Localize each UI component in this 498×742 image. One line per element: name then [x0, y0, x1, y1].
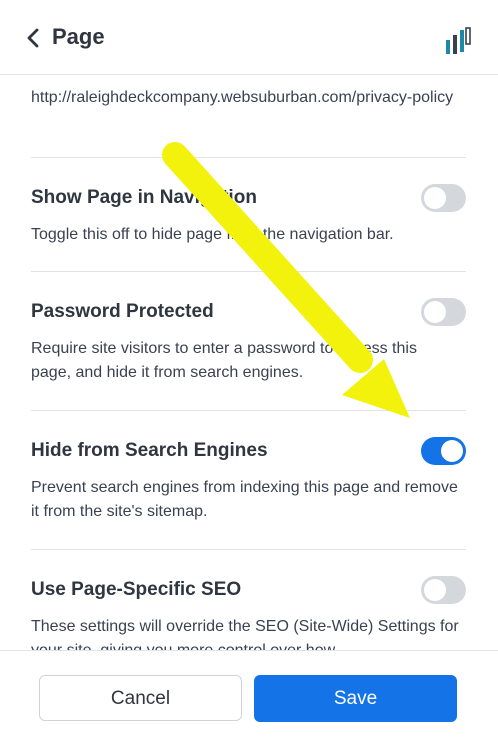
setting-description-show-in-navigation: Toggle this off to hide page from the na…: [31, 226, 394, 243]
setting-description-password-protected: Require site visitors to enter a passwor…: [31, 340, 417, 381]
toggle-show-in-navigation[interactable]: [421, 184, 466, 212]
setting-title-page-specific-seo: Use Page-Specific SEO: [31, 579, 242, 600]
divider: [31, 410, 466, 411]
setting-description-hide-from-search: Prevent search engines from indexing thi…: [31, 479, 458, 520]
chevron-left-icon[interactable]: [24, 26, 44, 50]
toggle-knob: [424, 187, 446, 209]
divider: [31, 549, 466, 550]
toggle-knob: [424, 579, 446, 601]
toggle-knob: [441, 440, 463, 462]
page-title: Page: [52, 24, 105, 49]
cancel-button[interactable]: Cancel: [39, 675, 242, 721]
bar-chart-logo-icon[interactable]: [442, 26, 472, 56]
setting-title-show-in-navigation: Show Page in Navigation: [31, 187, 257, 208]
footer: Cancel Save: [0, 650, 498, 742]
toggle-knob: [424, 301, 446, 323]
page-url: http://raleighdeckcompany.websuburban.co…: [31, 89, 454, 106]
setting-title-password-protected: Password Protected: [31, 301, 214, 322]
divider: [31, 157, 466, 158]
toggle-hide-from-search[interactable]: [421, 437, 466, 465]
page-settings-panel[interactable]: http://raleighdeckcompany.websuburban.co…: [0, 75, 498, 650]
setting-title-hide-from-search: Hide from Search Engines: [31, 440, 268, 461]
save-button[interactable]: Save: [254, 675, 457, 722]
toggle-password-protected[interactable]: [421, 298, 466, 326]
setting-description-page-specific-seo: These settings will override the SEO (Si…: [31, 618, 459, 650]
toggle-page-specific-seo[interactable]: [421, 576, 466, 604]
divider: [31, 271, 466, 272]
header: Page: [0, 0, 498, 75]
